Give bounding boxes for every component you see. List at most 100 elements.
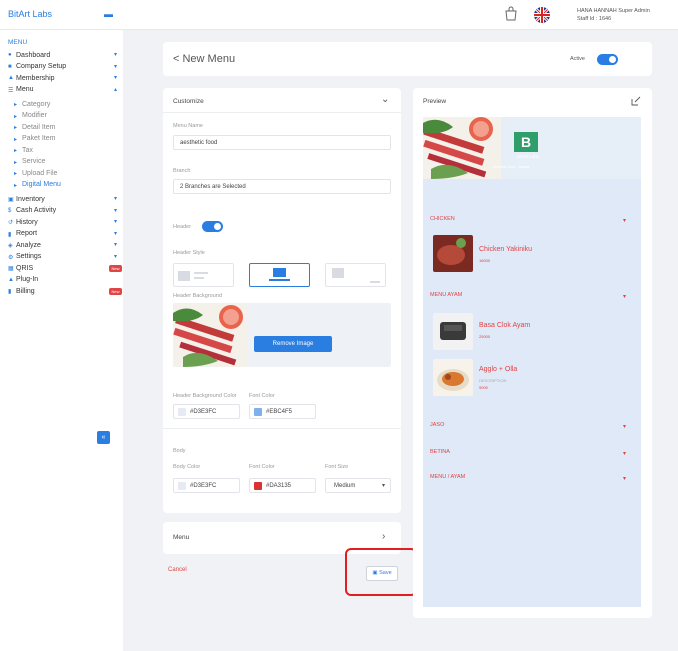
menu-name-input[interactable]: aesthetic food	[173, 135, 391, 150]
sidebar-item-label: Inventory	[16, 195, 45, 203]
preview-item-price: 25000	[479, 334, 491, 339]
sidebar-item-label: Menu	[16, 86, 34, 93]
chevron-down-icon[interactable]: ⌄	[381, 94, 389, 105]
header-style-center[interactable]	[249, 263, 310, 287]
cancel-button[interactable]: Cancel	[168, 567, 187, 573]
chevron-down-icon: ▾	[114, 230, 118, 237]
header-style-left[interactable]	[173, 263, 234, 287]
font-size-select[interactable]: Medium ▾	[325, 478, 391, 493]
remove-image-button[interactable]: Remove Image	[254, 336, 332, 352]
food-photo-image	[423, 117, 501, 179]
sidebar-item-upload-file[interactable]: ▸ Upload File	[0, 168, 123, 180]
color-hex-value: #DA3135	[266, 483, 292, 489]
preview-header: B BitArt Labs aesthetic food · Jakarta	[423, 117, 641, 179]
color-swatch	[178, 482, 186, 490]
bullet-icon: ▸	[14, 148, 18, 154]
preview-subtitle: aesthetic food · Jakarta	[493, 165, 530, 169]
preview-category[interactable]: MENU / AYAM	[430, 474, 465, 480]
chevron-right-icon[interactable]: ›	[382, 531, 385, 542]
sidebar-item-company-setup[interactable]: ■ Company Setup ▾	[0, 62, 123, 74]
sidebar-item-report[interactable]: ▮ Report ▾	[0, 229, 123, 241]
save-button[interactable]: ▣ Save	[366, 566, 398, 581]
bullet-icon: ▸	[14, 159, 18, 166]
sidebar-item-label: Paket Item	[22, 135, 56, 142]
chevron-down-icon: ▾	[114, 253, 118, 260]
sidebar-item-plug-in[interactable]: ▲ Plug-In	[0, 275, 123, 287]
user-info[interactable]: HANA HANNAH Super Admin Staff Id : 1646	[577, 7, 650, 23]
item-image	[433, 235, 473, 272]
uk-flag-icon[interactable]	[534, 7, 550, 23]
sidebar-item-settings[interactable]: ⚙ Settings ▾	[0, 252, 123, 264]
caret-down-icon: ▾	[623, 451, 627, 457]
sidebar-item-qris[interactable]: ▦ QRIS New	[0, 263, 123, 275]
body-font-color-input[interactable]: #DA3135	[249, 478, 316, 493]
sidebar-item-menu[interactable]: ☰ Menu ▴	[0, 85, 123, 97]
sidebar-item-label: Settings	[16, 253, 42, 260]
preview-phone-screen: B BitArt Labs aesthetic food · Jakarta C…	[423, 117, 641, 607]
preview-category[interactable]: MENU AYAM	[430, 292, 462, 298]
user-staff-id: Staff Id : 1646	[577, 16, 612, 22]
sidebar-nav: ● Dashboard ▾ ■ Company Setup ▾ ▲ Membership ▾…	[0, 50, 123, 298]
inventory-icon: ▣	[8, 197, 14, 203]
sidebar-item-history[interactable]: ↺ History ▾	[0, 217, 123, 229]
body-color-input[interactable]: #D3E3FC	[173, 478, 240, 493]
double-arrow-left-icon: «	[101, 434, 106, 441]
divider	[163, 428, 401, 429]
header-toggle[interactable]	[202, 221, 223, 232]
preview-item-name[interactable]: Basa Clok Ayam	[479, 322, 530, 329]
dashboard-icon: ●	[8, 52, 12, 58]
bullet-icon: ▸	[14, 136, 18, 143]
sidebar-item-dashboard[interactable]: ● Dashboard ▾	[0, 50, 123, 62]
branch-label: Branch	[173, 168, 191, 174]
sidebar-item-label: Company Setup	[16, 63, 67, 70]
sidebar-item-detail-item[interactable]: ▸ Detail Item	[0, 122, 123, 134]
preview-category[interactable]: BETINA	[430, 449, 450, 455]
divider	[163, 112, 401, 113]
shopping-bag-icon[interactable]	[504, 6, 518, 21]
bullet-icon: ▸	[14, 102, 18, 108]
sidebar-item-digital-menu[interactable]: ▸ Digital Menu	[0, 180, 123, 192]
header-bg-color-input[interactable]: #D3E3FC	[173, 404, 240, 419]
menu-section[interactable]: Menu ›	[163, 522, 401, 554]
sidebar-item-membership[interactable]: ▲ Membership ▾	[0, 73, 123, 85]
preview-category[interactable]: JASO	[430, 422, 444, 428]
sidebar-item-paket-item[interactable]: ▸ Paket Item	[0, 134, 123, 146]
branch-select[interactable]: 2 Branches are Selected	[173, 179, 391, 194]
new-badge: New	[109, 264, 122, 272]
bullet-icon: ▸	[14, 171, 18, 177]
edit-icon[interactable]	[631, 96, 641, 106]
sidebar-item-label: Upload File	[22, 169, 58, 177]
brand-logo[interactable]: BitArt Labs	[8, 9, 52, 19]
bullet-icon: ▸	[14, 125, 18, 131]
header-style-right[interactable]	[325, 263, 386, 287]
header-bg-color-label: Header Background Color	[173, 393, 237, 399]
preview-item-name[interactable]: Agglo + Olla	[479, 366, 517, 373]
page-title[interactable]: < New Menu	[173, 53, 235, 65]
caret-down-icon: ▾	[623, 476, 627, 482]
sidebar-item-modifier[interactable]: ▸ Modifier	[0, 111, 123, 123]
preview-category[interactable]: CHICKEN	[430, 216, 455, 222]
item-image	[433, 313, 473, 350]
active-toggle[interactable]	[597, 54, 618, 65]
sidebar-item-inventory[interactable]: ▣ Inventory ▾	[0, 194, 123, 206]
header-font-color-input[interactable]: #EBC4F5	[249, 404, 316, 419]
header-background-image[interactable]: Remove Image	[173, 303, 391, 367]
header-style-label: Header Style	[173, 250, 205, 256]
preview-item-price: 16000	[479, 258, 491, 263]
sidebar-item-service[interactable]: ▸ Service	[0, 157, 123, 169]
qris-icon: ▦	[8, 266, 14, 272]
collapse-sidebar-button[interactable]: «	[97, 431, 110, 444]
color-hex-value: #D3E3FC	[190, 409, 217, 415]
sidebar-item-category[interactable]: ▸ Category	[0, 99, 123, 111]
caret-down-icon: ▾	[623, 218, 627, 224]
sidebar-item-analyze[interactable]: ◈ Analyze ▾	[0, 240, 123, 252]
sidebar-item-tax[interactable]: ▸ Tax	[0, 145, 123, 157]
font-size-label: Font Size	[325, 464, 349, 470]
hamburger-icon[interactable]: ▬	[104, 9, 113, 19]
sidebar-item-cash-activity[interactable]: $ Cash Activity ▾	[0, 206, 123, 218]
sidebar-item-billing[interactable]: ▮ Billing New	[0, 286, 123, 298]
color-hex-value: #D3E3FC	[190, 483, 217, 489]
preview-item-name[interactable]: Chicken Yakiniku	[479, 246, 532, 253]
history-icon: ↺	[8, 220, 14, 226]
color-hex-value: #EBC4F5	[266, 409, 293, 415]
